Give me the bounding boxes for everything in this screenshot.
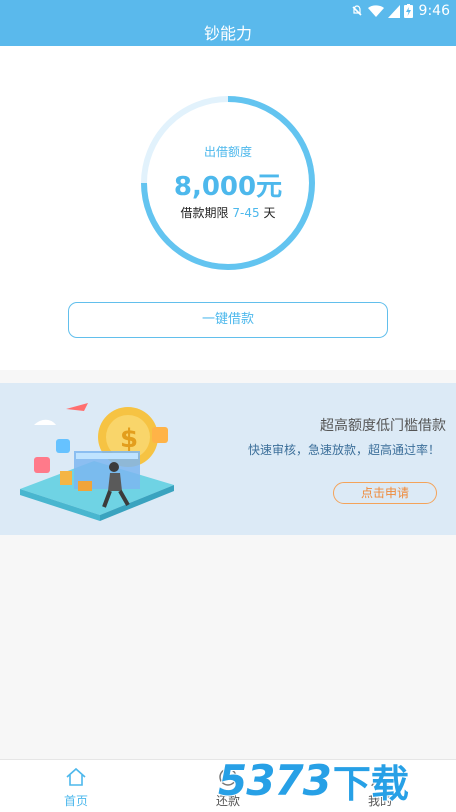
wifi-icon (367, 4, 384, 18)
watermark-number: 5373 (217, 755, 333, 806)
one-click-loan-button[interactable]: 一键借款 (68, 302, 388, 338)
loan-term-label: 借款期限 (180, 206, 229, 220)
content-area (0, 535, 456, 759)
nav-item-home[interactable]: 首页 (0, 760, 152, 812)
battery-charging-icon (403, 4, 413, 18)
mute-icon (350, 4, 364, 18)
promo-banner[interactable]: $ 超高额度低门槛借款 快速审核，急速放款，超高通过率！ 点击申请 (0, 383, 456, 535)
home-icon (0, 767, 152, 787)
finance-illustration: $ (20, 403, 174, 521)
quota-label: 出借额度 (203, 145, 252, 159)
watermark-logo: 5373 下载 (217, 752, 410, 808)
signal-icon (387, 4, 400, 18)
loan-term-unit: 天 (263, 206, 276, 220)
apply-button[interactable]: 点击申请 (333, 482, 437, 504)
banner-title: 超高额度低门槛借款 (320, 418, 446, 434)
banner-subtitle: 快速审核，急速放款，超高通过率！ (247, 443, 440, 457)
svg-text:$: $ (120, 424, 138, 454)
status-time: 9:46 (418, 3, 450, 19)
loan-term-range: 7-45 (232, 206, 260, 220)
quota-card: 出借额度 8,000元 借款期限 7-45 天 一键借款 (0, 46, 456, 370)
status-bar: 9:46 (0, 0, 456, 22)
quota-amount: 8,000元 (173, 172, 283, 202)
app-title: 钞能力 (0, 22, 456, 46)
loan-term: 借款期限 7-45 天 (0, 204, 456, 221)
nav-label-home: 首页 (63, 794, 88, 808)
watermark-text: 下载 (332, 761, 410, 807)
status-icons: 9:46 (350, 3, 450, 19)
